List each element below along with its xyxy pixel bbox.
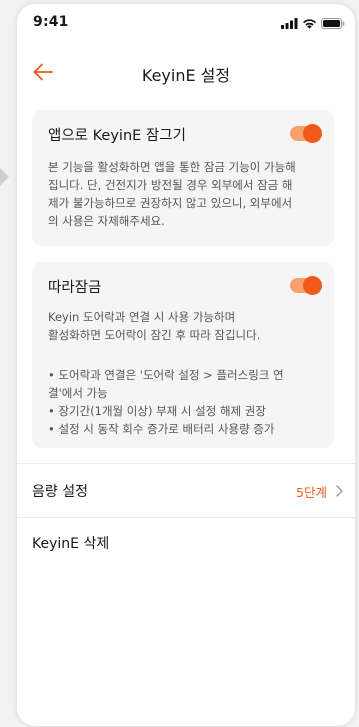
chevron-right-icon [336,485,343,497]
status-time: 9:41 [33,14,69,30]
follow-lock-description: Keyin 도어락과 연결 시 사용 가능하며 활성화하면 도어락이 잠긴 후 … [48,310,261,342]
wifi-icon [303,18,316,29]
status-bar: 9:41 [17,4,355,44]
signal-icon [281,17,298,29]
volume-setting-row[interactable]: 음량 설정 5단계 [17,466,355,516]
phone-screen: 9:41 KeyinE 설정 앱으로 KeyinE 잠그기 본 기능을 활성화하… [17,4,355,726]
toggle-knob [303,124,322,143]
nav-bar: KeyinE 설정 [17,52,355,92]
follow-lock-title: 따라잠금 [48,280,102,296]
volume-label: 음량 설정 [32,484,88,500]
follow-lock-toggle[interactable] [290,276,322,295]
page-title: KeyinE 설정 [141,66,231,85]
delete-label: KeyinE 삭제 [32,536,110,552]
app-lock-title: 앱으로 KeyinE 잠그기 [48,128,186,144]
volume-value: 5단계 [296,485,327,500]
note-item: • 설정 시 동작 회수 증가로 배터리 사용량 증가 [48,422,275,436]
app-lock-toggle[interactable] [290,124,322,143]
status-icons [281,16,345,30]
note-item: • 장기간(1개월 이상) 부재 시 설정 해제 권장 [48,404,266,418]
toggle-knob [303,276,322,295]
battery-icon [321,17,345,29]
follow-lock-notes: • 도어락과 연결은 '도어락 설정 > 플러스링크 연 결'에서 가능 • 장… [48,366,324,438]
follow-lock-card: 따라잠금 Keyin 도어락과 연결 시 사용 가능하며 활성화하면 도어락이 … [32,262,334,448]
note-item: • 도어락과 연결은 '도어락 설정 > 플러스링크 연 결'에서 가능 [48,368,284,400]
divider [17,463,355,464]
delete-keyine-row[interactable]: KeyinE 삭제 [17,518,355,568]
page-indicator-arrow [0,168,9,186]
app-lock-description: 본 기능을 활성화하면 앱을 통한 잠금 기능이 가능해 집니다. 단, 건전지… [48,160,296,228]
app-lock-card: 앱으로 KeyinE 잠그기 본 기능을 활성화하면 앱을 통한 잠금 기능이 … [32,110,334,246]
